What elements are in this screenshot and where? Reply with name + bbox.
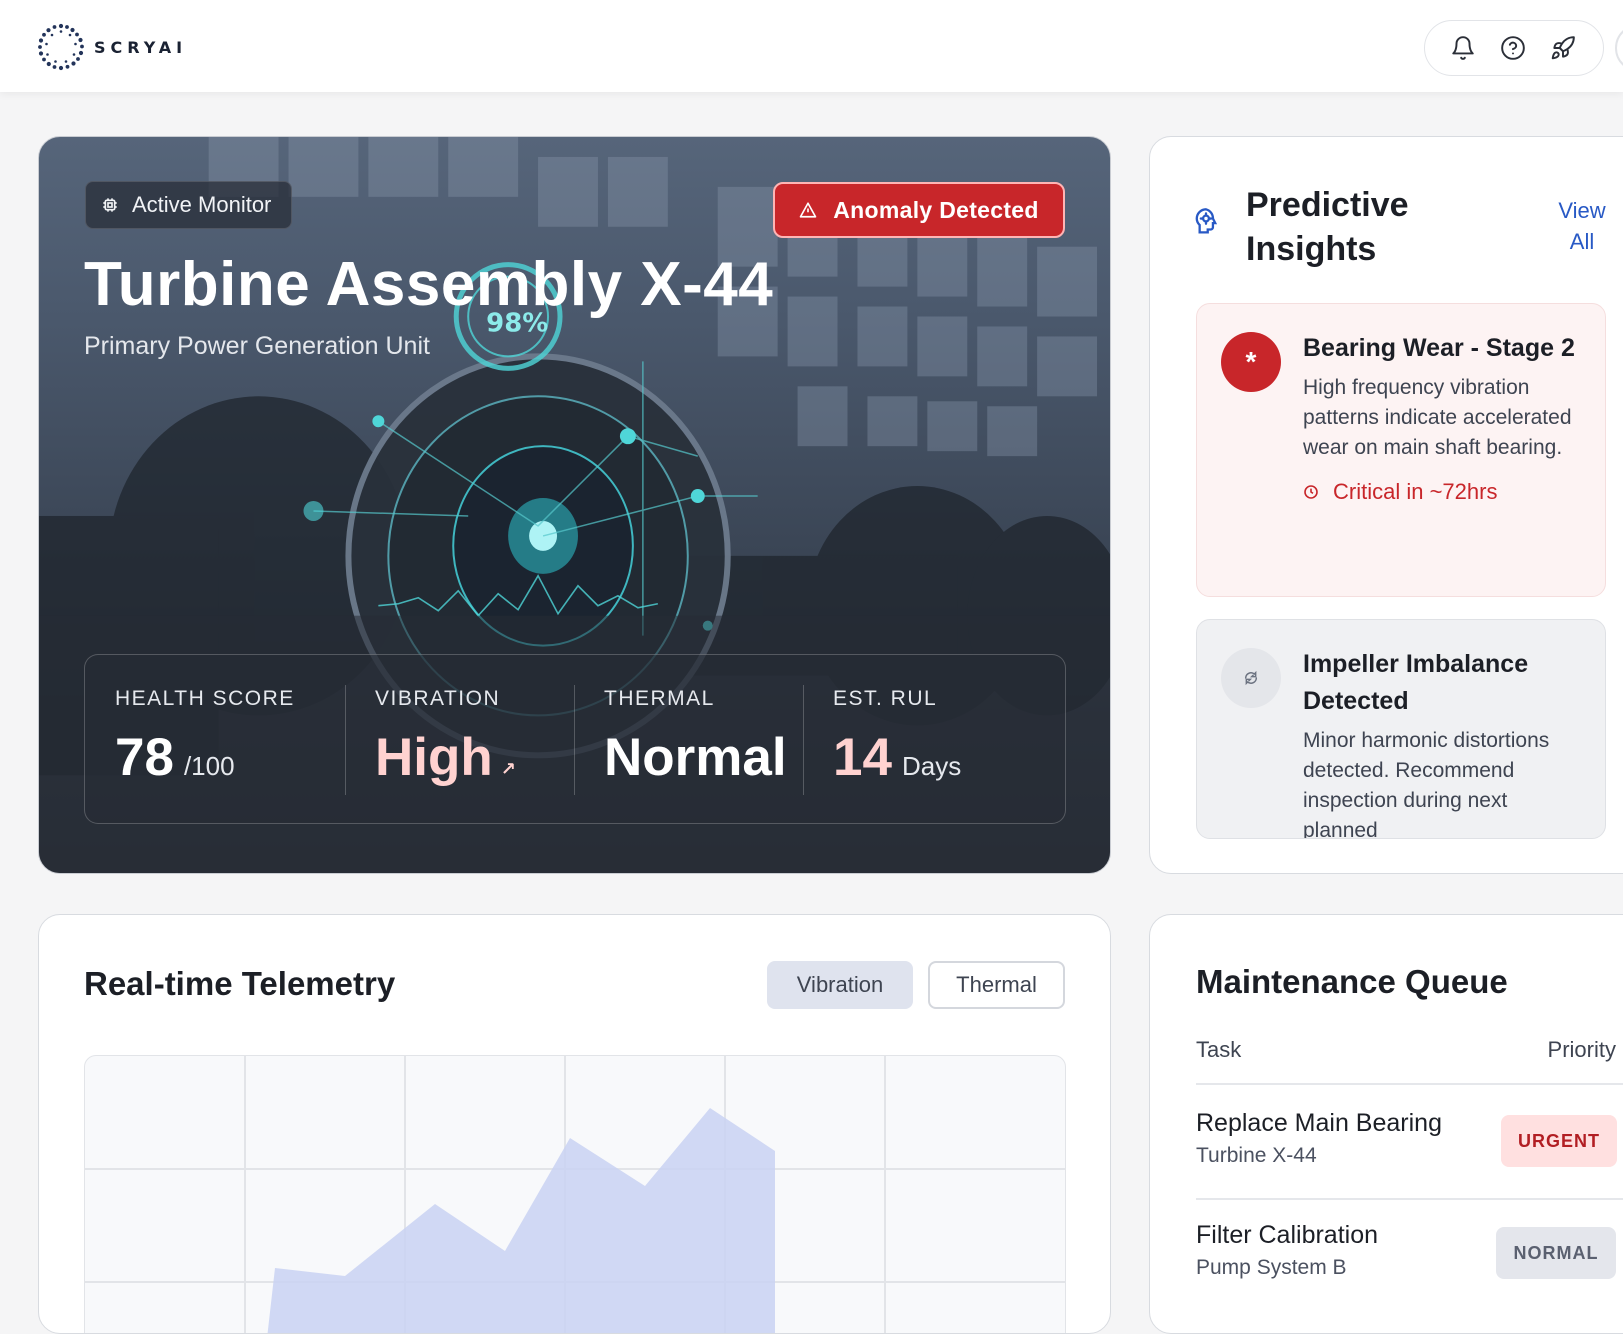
metric-value: High (375, 728, 493, 787)
insight-description: Minor harmonic distortions detected. Rec… (1303, 729, 1550, 839)
table-header: Task Priority (1196, 1037, 1616, 1063)
predictive-insights-panel: Predictive Insights View All * Bearing W… (1149, 136, 1623, 874)
anomaly-alert-label: Anomaly Detected (833, 196, 1039, 223)
insight-card-impeller-imbalance[interactable]: Impeller Imbalance Detected Minor harmon… (1196, 619, 1606, 839)
notifications-button[interactable] (1449, 34, 1477, 62)
column-task: Task (1196, 1037, 1242, 1062)
asset-metrics-panel: HEALTH SCORE 78 /100 VIBRATION High ↗ TH… (84, 654, 1066, 824)
tab-vibration[interactable]: Vibration (767, 961, 913, 1009)
metric-est-rul: EST. RUL 14 Days (803, 655, 1065, 823)
metric-label: THERMAL (604, 687, 715, 710)
view-all-link[interactable]: View All (1552, 195, 1612, 257)
insight-eta-label: Critical in ~72hrs (1333, 479, 1498, 504)
metric-thermal: THERMAL Normal (574, 655, 803, 823)
warning-triangle-icon (799, 202, 817, 218)
panel-title: Predictive Insights (1246, 186, 1409, 268)
top-bar: SCRYAI (0, 0, 1623, 92)
metric-value: 14 (833, 728, 892, 787)
divider (1196, 1083, 1623, 1085)
active-monitor-chip: Active Monitor (85, 181, 293, 229)
telemetry-chart-svg (85, 1056, 1065, 1333)
metric-label: VIBRATION (375, 687, 501, 710)
brand-name: SCRYAI (94, 37, 188, 57)
insight-description: High frequency vibration patterns indica… (1303, 376, 1572, 459)
metric-label: EST. RUL (833, 687, 938, 710)
metric-label: HEALTH SCORE (115, 687, 295, 710)
trend-up-icon: ↗ (500, 759, 516, 779)
metric-unit: Days (901, 751, 962, 781)
telemetry-panel: Real-time Telemetry Vibration Thermal (38, 914, 1111, 1334)
active-monitor-label: Active Monitor (132, 192, 272, 217)
column-priority: Priority (1547, 1037, 1616, 1062)
priority-badge: NORMAL (1496, 1227, 1616, 1279)
panel-title: Real-time Telemetry (84, 965, 396, 1002)
clock-icon (1304, 485, 1318, 499)
insight-card-bearing-wear[interactable]: * Bearing Wear - Stage 2 High frequency … (1196, 303, 1606, 597)
divider (1196, 1198, 1623, 1200)
table-row[interactable]: Replace Main Bearing Turbine X-44 URGENT (1196, 1109, 1623, 1168)
brand-logo[interactable]: SCRYAI (36, 22, 187, 72)
maintenance-queue-panel: Maintenance Queue Task Priority Replace … (1149, 914, 1623, 1334)
bell-icon (1452, 36, 1474, 60)
tab-thermal[interactable]: Thermal (928, 961, 1065, 1009)
asset-title: Turbine Assembly X-44 (84, 250, 774, 319)
rocket-icon (1551, 36, 1575, 60)
metric-vibration: VIBRATION High ↗ (345, 655, 574, 823)
critical-asterisk-icon: * (1221, 332, 1281, 392)
asset-hero-card: 98% Active Monitor Anomaly Detected Turb… (38, 136, 1111, 874)
insight-eta: Critical in ~72hrs (1303, 479, 1581, 505)
insight-title: Bearing Wear - Stage 2 (1303, 334, 1575, 362)
telemetry-area-series (267, 1108, 775, 1333)
metric-health-score: HEALTH SCORE 78 /100 (85, 655, 345, 823)
user-avatar[interactable] (1615, 24, 1623, 72)
metric-unit: /100 (183, 751, 235, 781)
brain-gear-icon (1195, 208, 1218, 234)
table-row[interactable]: Filter Calibration Pump System B NORMAL (1196, 1221, 1623, 1280)
chip-processor-icon (103, 198, 117, 212)
anomaly-alert-chip[interactable]: Anomaly Detected (773, 182, 1065, 238)
panel-title: Maintenance Queue (1196, 963, 1508, 1000)
telemetry-chart (84, 1055, 1066, 1333)
metric-value: Normal (604, 728, 787, 787)
metric-value: 78 (115, 728, 174, 787)
header-actions (1424, 20, 1604, 76)
priority-badge: URGENT (1501, 1115, 1617, 1167)
imbalance-sync-icon (1221, 648, 1281, 708)
help-button[interactable] (1499, 34, 1527, 62)
asset-subtitle: Primary Power Generation Unit (84, 332, 430, 360)
help-circle-icon (1501, 36, 1525, 60)
logo-mark-icon (38, 23, 84, 71)
launch-button[interactable] (1549, 34, 1577, 62)
insight-title: Impeller Imbalance Detected (1303, 650, 1529, 715)
